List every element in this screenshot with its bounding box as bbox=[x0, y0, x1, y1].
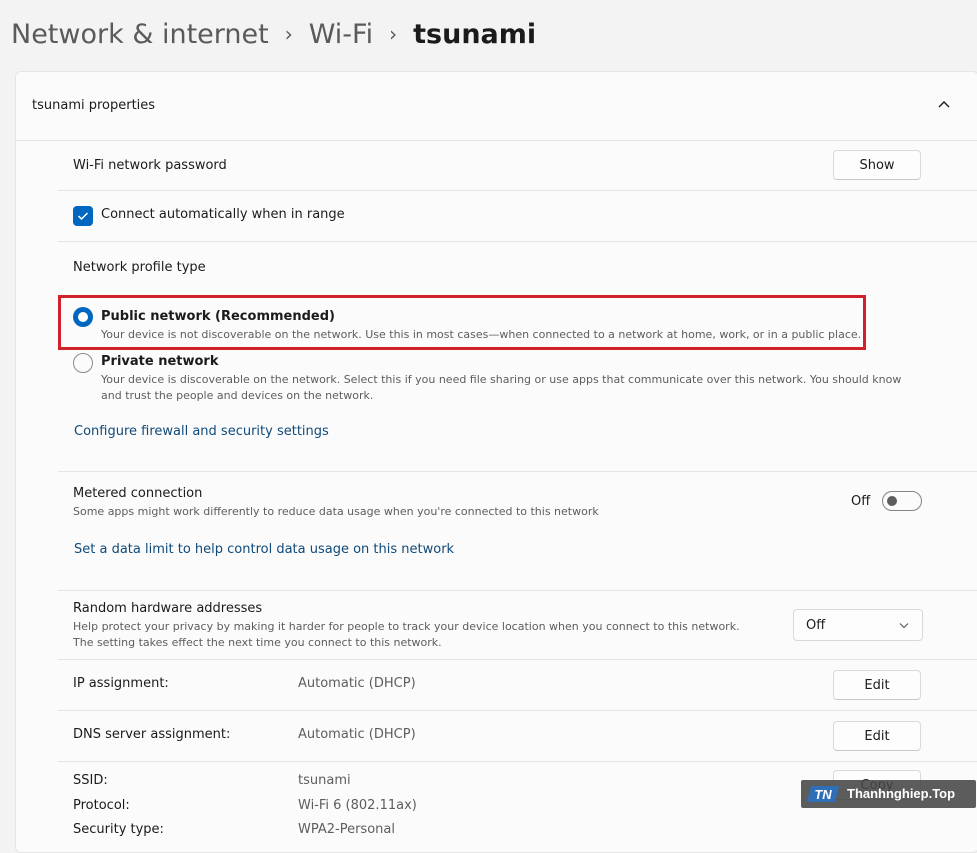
connect-auto-checkbox[interactable] bbox=[73, 206, 93, 226]
watermark-logo-icon: TN bbox=[807, 786, 839, 802]
breadcrumb: Network & internet › Wi-Fi › tsunami bbox=[11, 14, 536, 54]
divider bbox=[58, 190, 977, 191]
private-network-radio[interactable] bbox=[73, 353, 93, 373]
divider bbox=[58, 659, 977, 660]
divider bbox=[58, 710, 977, 711]
watermark-logo-text: TN bbox=[814, 787, 832, 802]
data-limit-link[interactable]: Set a data limit to help control data us… bbox=[74, 542, 454, 557]
random-hw-dropdown[interactable]: Off bbox=[793, 609, 923, 641]
metered-desc: Some apps might work differently to redu… bbox=[73, 505, 599, 518]
firewall-settings-link[interactable]: Configure firewall and security settings bbox=[74, 424, 329, 439]
metered-state-label: Off bbox=[851, 494, 871, 509]
chevron-down-icon bbox=[899, 623, 909, 629]
private-network-title: Private network bbox=[101, 354, 219, 369]
show-password-button[interactable]: Show bbox=[833, 150, 921, 180]
protocol-value: Wi-Fi 6 (802.11ax) bbox=[298, 798, 417, 813]
password-label: Wi-Fi network password bbox=[73, 158, 227, 173]
properties-title: tsunami properties bbox=[32, 98, 156, 113]
breadcrumb-network-internet[interactable]: Network & internet bbox=[11, 19, 269, 50]
breadcrumb-chevron-icon: › bbox=[284, 22, 293, 46]
breadcrumb-chevron-icon: › bbox=[389, 22, 398, 46]
dns-assignment-label: DNS server assignment: bbox=[73, 727, 231, 742]
protocol-label: Protocol: bbox=[73, 798, 130, 813]
connect-auto-label: Connect automatically when in range bbox=[101, 207, 345, 222]
ip-edit-button[interactable]: Edit bbox=[833, 670, 921, 700]
random-hw-value: Off bbox=[806, 618, 826, 633]
divider bbox=[58, 590, 977, 591]
metered-title: Metered connection bbox=[73, 486, 203, 501]
metered-toggle[interactable] bbox=[882, 491, 922, 511]
divider bbox=[58, 471, 977, 472]
ip-assignment-value: Automatic (DHCP) bbox=[298, 676, 416, 691]
public-network-radio[interactable] bbox=[73, 307, 93, 327]
ssid-value: tsunami bbox=[298, 773, 351, 788]
profile-type-label: Network profile type bbox=[73, 260, 206, 275]
toggle-knob bbox=[887, 496, 897, 506]
random-hw-desc: Help protect your privacy by making it h… bbox=[73, 620, 740, 649]
breadcrumb-wifi[interactable]: Wi-Fi bbox=[309, 19, 373, 50]
divider bbox=[58, 761, 977, 762]
watermark: TN Thanhnghiep.Top bbox=[801, 780, 976, 808]
chevron-up-icon[interactable] bbox=[937, 99, 951, 109]
dns-edit-button[interactable]: Edit bbox=[833, 721, 921, 751]
properties-header[interactable]: tsunami properties bbox=[16, 72, 977, 141]
divider bbox=[58, 241, 977, 242]
ssid-label: SSID: bbox=[73, 773, 108, 788]
public-network-title: Public network (Recommended) bbox=[101, 309, 335, 324]
dns-assignment-value: Automatic (DHCP) bbox=[298, 727, 416, 742]
ip-assignment-label: IP assignment: bbox=[73, 676, 169, 691]
checkmark-icon bbox=[77, 212, 89, 221]
public-network-desc: Your device is not discoverable on the n… bbox=[101, 328, 862, 341]
private-network-desc: Your device is discoverable on the netwo… bbox=[101, 373, 902, 402]
page-title: tsunami bbox=[413, 18, 537, 50]
watermark-text: Thanhnghiep.Top bbox=[847, 786, 956, 801]
random-hw-title: Random hardware addresses bbox=[73, 601, 263, 616]
